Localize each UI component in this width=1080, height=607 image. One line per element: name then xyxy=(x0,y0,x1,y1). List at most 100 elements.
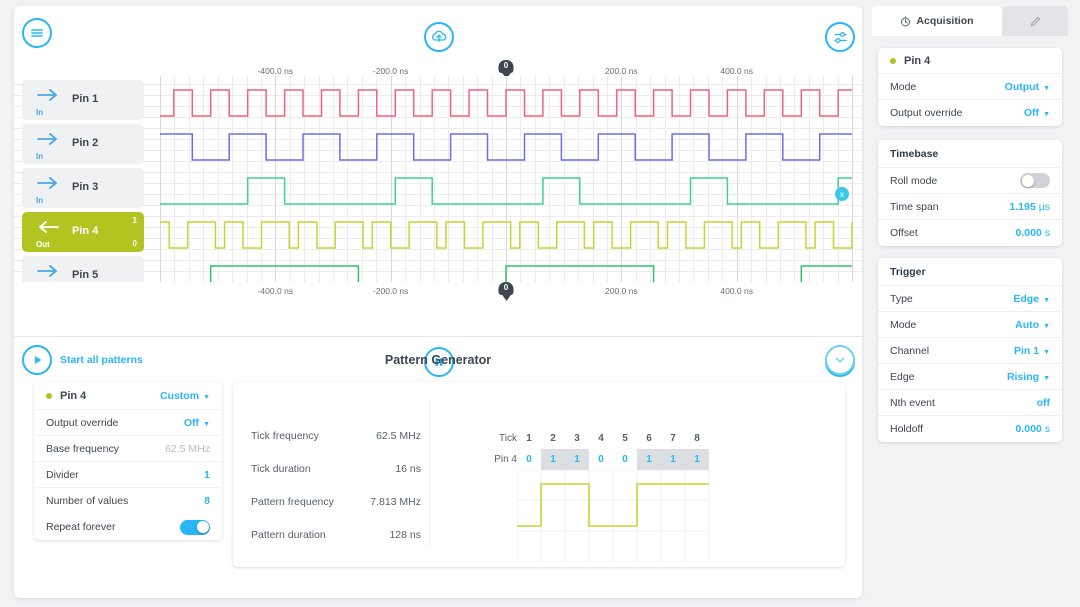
timebase-row: Time span 1.195 µs xyxy=(878,194,1062,220)
tick-bit[interactable]: 1 xyxy=(685,449,709,470)
pin-name: Pin 4 xyxy=(60,389,87,402)
timebase-card: Timebase Roll mode Time span 1.195 µs Offse… xyxy=(878,140,1062,246)
roll-mode-label: Roll mode xyxy=(890,174,938,187)
trace-pin-3 xyxy=(160,177,852,205)
arrow-left-icon xyxy=(39,221,59,233)
channel-pill-pin-5[interactable]: InPin 5 xyxy=(22,256,144,282)
ruler-tick-label: -200.0 ns xyxy=(372,66,409,76)
row-value[interactable]: Off ▼ xyxy=(184,417,210,429)
row-value[interactable]: Output ▼ xyxy=(1005,81,1050,93)
trace-pin-1 xyxy=(160,89,852,117)
trigger-card: Trigger Type Edge ▼ Mode Auto ▼ Channel Pin 1 ▼ E… xyxy=(878,258,1062,442)
pin-settings-card: Pin 4 Custom ▼ Output override Off ▼ Base fr… xyxy=(34,382,222,540)
tick-bits-row: Pin 401100111 xyxy=(471,447,763,470)
channel-pill-list: In Pin 1 In Pin 2 In Pin 3 Out Pin 4 1 0 InPin 5 xyxy=(22,76,152,282)
row-label: Output override xyxy=(46,416,119,429)
tick-bit[interactable]: 0 xyxy=(517,449,541,470)
row-value: 1.195 µs xyxy=(1009,200,1050,213)
page-title: Pattern Generator xyxy=(384,353,492,367)
tick-number: 3 xyxy=(574,433,580,444)
sliders-settings-icon[interactable] xyxy=(825,22,855,52)
vertical-divider xyxy=(429,402,430,547)
arrow-right-icon xyxy=(37,177,57,189)
tick-table: Tick 1 2 3 4 5 6 7 8 Pin 401100111 xyxy=(471,426,763,567)
tab-edit[interactable] xyxy=(1002,6,1068,36)
trigger-row: Type Edge ▼ xyxy=(878,286,1062,312)
row-label: Nth event xyxy=(890,396,935,409)
spec-label: Pattern duration xyxy=(251,529,326,541)
channel-pill-pin-4[interactable]: Out Pin 4 1 0 xyxy=(22,212,144,252)
tick-number: 1 xyxy=(526,433,532,444)
tab-acquisition[interactable]: Acquisition xyxy=(872,6,1002,36)
channel-name: Pin 4 xyxy=(72,225,99,237)
chevron-down-icon: ▼ xyxy=(203,420,210,428)
pg-pin-row: Number of values 8 xyxy=(34,488,222,514)
time-ruler-bottom: -400.0 ns -200.0 ns 0 200.0 ns 400.0 ns xyxy=(14,280,862,302)
arrow-right-icon xyxy=(37,133,57,145)
zero-time-marker[interactable]: 0 xyxy=(498,282,514,301)
row-label: Mode xyxy=(890,318,917,331)
tick-number: 6 xyxy=(646,433,652,444)
ruler-tick-label: 400.0 ns xyxy=(720,66,753,76)
side-pin-row: Output override Off ▼ xyxy=(878,100,1062,126)
tick-bit[interactable]: 1 xyxy=(541,449,565,470)
row-label: Channel xyxy=(890,344,930,357)
row-value[interactable]: Auto ▼ xyxy=(1015,319,1050,331)
channel-pill-pin-3[interactable]: In Pin 3 xyxy=(22,168,144,208)
pattern-generator-header: Start all patterns Pattern Generator xyxy=(14,340,862,382)
side-pin-title: Pin 4 xyxy=(904,54,931,67)
channel-name: Pin 1 xyxy=(72,93,99,105)
row-value: 0.000 s xyxy=(1015,227,1050,239)
spec-label: Tick frequency xyxy=(251,430,319,442)
tick-bit[interactable]: 0 xyxy=(613,449,637,470)
tab-acquisition-label: Acquisition xyxy=(916,15,974,27)
tick-bit[interactable]: 1 xyxy=(565,449,589,470)
row-value[interactable]: Edge ▼ xyxy=(1013,293,1050,305)
toggle-knob xyxy=(1021,174,1034,187)
row-value[interactable]: Off ▼ xyxy=(1024,107,1050,119)
row-label: Mode xyxy=(890,80,917,93)
row-value: off xyxy=(1036,396,1050,409)
tick-bit[interactable]: 0 xyxy=(589,449,613,470)
row-unit: s xyxy=(1044,227,1050,239)
trigger-row: Holdoff 0.000 s xyxy=(878,416,1062,442)
pin-color-dot xyxy=(890,57,896,64)
tick-number: 2 xyxy=(550,433,556,444)
side-panel-tabs: Acquisition xyxy=(872,6,1068,36)
cloud-upload-icon[interactable] xyxy=(424,22,454,52)
tick-number: 4 xyxy=(598,433,604,444)
tick-bit[interactable]: 1 xyxy=(637,449,661,470)
preset-value: Custom xyxy=(159,389,200,402)
spec-value: 16 ns xyxy=(395,463,421,475)
tick-bit[interactable]: 1 xyxy=(661,449,685,470)
tick-number: 5 xyxy=(622,433,628,444)
roll-mode-toggle[interactable] xyxy=(1020,173,1050,188)
pg-pin-row: Divider 1 xyxy=(34,462,222,488)
cursor-badge[interactable]: x xyxy=(835,187,849,201)
main-panel: -400.0 ns -200.0 ns 0 200.0 ns 400.0 ns In Pi… xyxy=(14,6,862,598)
hamburger-menu-icon[interactable] xyxy=(22,18,52,48)
channel-low-level: 0 xyxy=(132,239,137,248)
roll-mode-row: Roll mode xyxy=(878,168,1062,194)
channel-pill-pin-1[interactable]: In Pin 1 xyxy=(22,80,144,120)
chevron-down-icon[interactable] xyxy=(825,345,855,375)
zero-marker-label: 0 xyxy=(503,283,509,292)
row-value[interactable]: Rising ▼ xyxy=(1007,371,1050,383)
timebase-rows: Time span 1.195 µs Offset 0.000 s xyxy=(878,194,1062,246)
repeat-forever-row: Repeat forever xyxy=(34,514,222,540)
section-divider xyxy=(14,336,862,337)
row-label: Offset xyxy=(890,227,918,239)
side-panel: Acquisition Pin 4 Mode Output ▼ Output over… xyxy=(872,6,1068,598)
row-label: Edge xyxy=(890,370,915,383)
row-unit: µs xyxy=(1038,200,1050,213)
channel-name: Pin 3 xyxy=(72,181,99,193)
channel-direction: In xyxy=(36,152,44,161)
row-value[interactable]: Pin 1 ▼ xyxy=(1014,345,1050,357)
chevron-down-icon: ▼ xyxy=(1043,296,1050,304)
spec-row: Pattern duration 128 ns xyxy=(251,529,421,541)
repeat-forever-toggle[interactable] xyxy=(180,519,210,535)
channel-pill-pin-2[interactable]: In Pin 2 xyxy=(22,124,144,164)
ruler-tick-label: 200.0 ns xyxy=(605,286,638,296)
preset-dropdown[interactable]: Custom ▼ xyxy=(160,390,210,402)
row-unit: s xyxy=(1044,423,1050,435)
